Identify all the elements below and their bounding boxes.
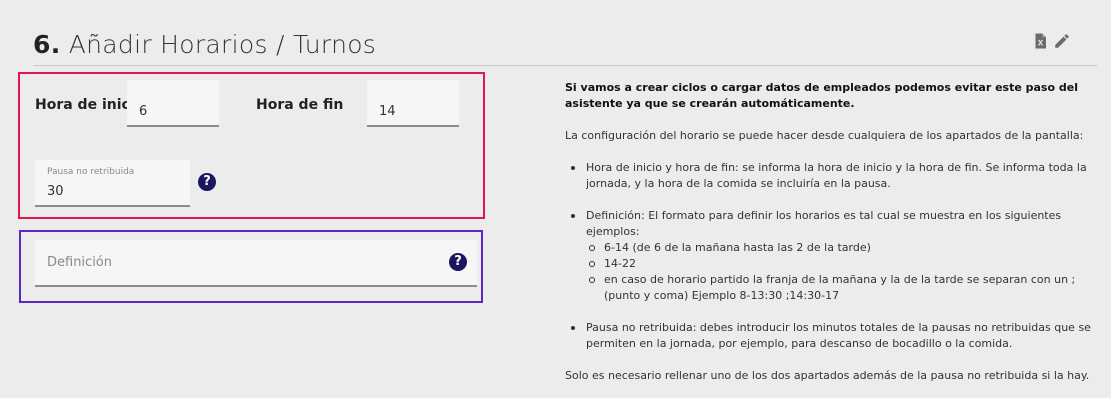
excel-file-icon[interactable] (1031, 32, 1049, 50)
end-time-label: Hora de fin (256, 97, 344, 113)
intro-text: Si vamos a crear ciclos o cargar datos d… (565, 81, 1078, 110)
step-number: 6. (33, 30, 61, 59)
header-actions (1031, 32, 1071, 50)
help-item-definition-text: Definición: El formato para definir los … (586, 209, 1062, 238)
help-item-break: Pausa no retribuida: debes introducir lo… (565, 320, 1095, 352)
help-item-break-text: Pausa no retribuida: debes introducir lo… (586, 321, 1091, 350)
page-title: 6. Añadir Horarios / Turnos (33, 30, 376, 59)
start-time-input[interactable]: 6 (127, 80, 219, 127)
unpaid-break-value: 30 (47, 184, 64, 199)
step-title: Añadir Horarios / Turnos (68, 30, 377, 59)
example-item: en caso de horario partido la franja de … (586, 272, 1095, 304)
config-text: La configuración del horario se puede ha… (565, 129, 1084, 142)
definition-examples: 6-14 (de 6 de la mañana hasta las 2 de l… (586, 240, 1095, 304)
help-list: Hora de inicio y hora de fin: se informa… (565, 160, 1095, 192)
section-header: 6. Añadir Horarios / Turnos (33, 26, 1097, 66)
definition-placeholder: Definición (47, 255, 112, 270)
definition-input[interactable]: Definición (35, 240, 477, 287)
footer-note: Solo es necesario rellenar uno de los do… (565, 369, 1090, 382)
help-text-panel: Si vamos a crear ciclos o cargar datos d… (565, 80, 1095, 398)
unpaid-break-help-icon[interactable]: ? (198, 173, 216, 191)
end-time-value: 14 (379, 104, 396, 119)
page: 6. Añadir Horarios / Turnos Hora de inic… (0, 0, 1111, 398)
help-list-break: Pausa no retribuida: debes introducir lo… (565, 320, 1095, 352)
example-item: 6-14 (de 6 de la mañana hasta las 2 de l… (586, 240, 1095, 256)
help-item-hours: Hora de inicio y hora de fin: se informa… (565, 160, 1095, 192)
end-time-input[interactable]: 14 (367, 80, 459, 127)
definition-help-icon[interactable]: ? (449, 253, 467, 271)
pencil-icon[interactable] (1053, 32, 1071, 50)
start-time-value: 6 (139, 104, 148, 119)
example-item: 14-22 (586, 256, 1095, 272)
help-item-definition: Definición: El formato para definir los … (565, 208, 1095, 304)
help-item-hours-text: Hora de inicio y hora de fin: se informa… (586, 161, 1087, 190)
unpaid-break-label: Pausa no retribuida (47, 167, 135, 177)
unpaid-break-input[interactable]: Pausa no retribuida 30 (35, 160, 190, 207)
help-list-definition: Definición: El formato para definir los … (565, 208, 1095, 304)
